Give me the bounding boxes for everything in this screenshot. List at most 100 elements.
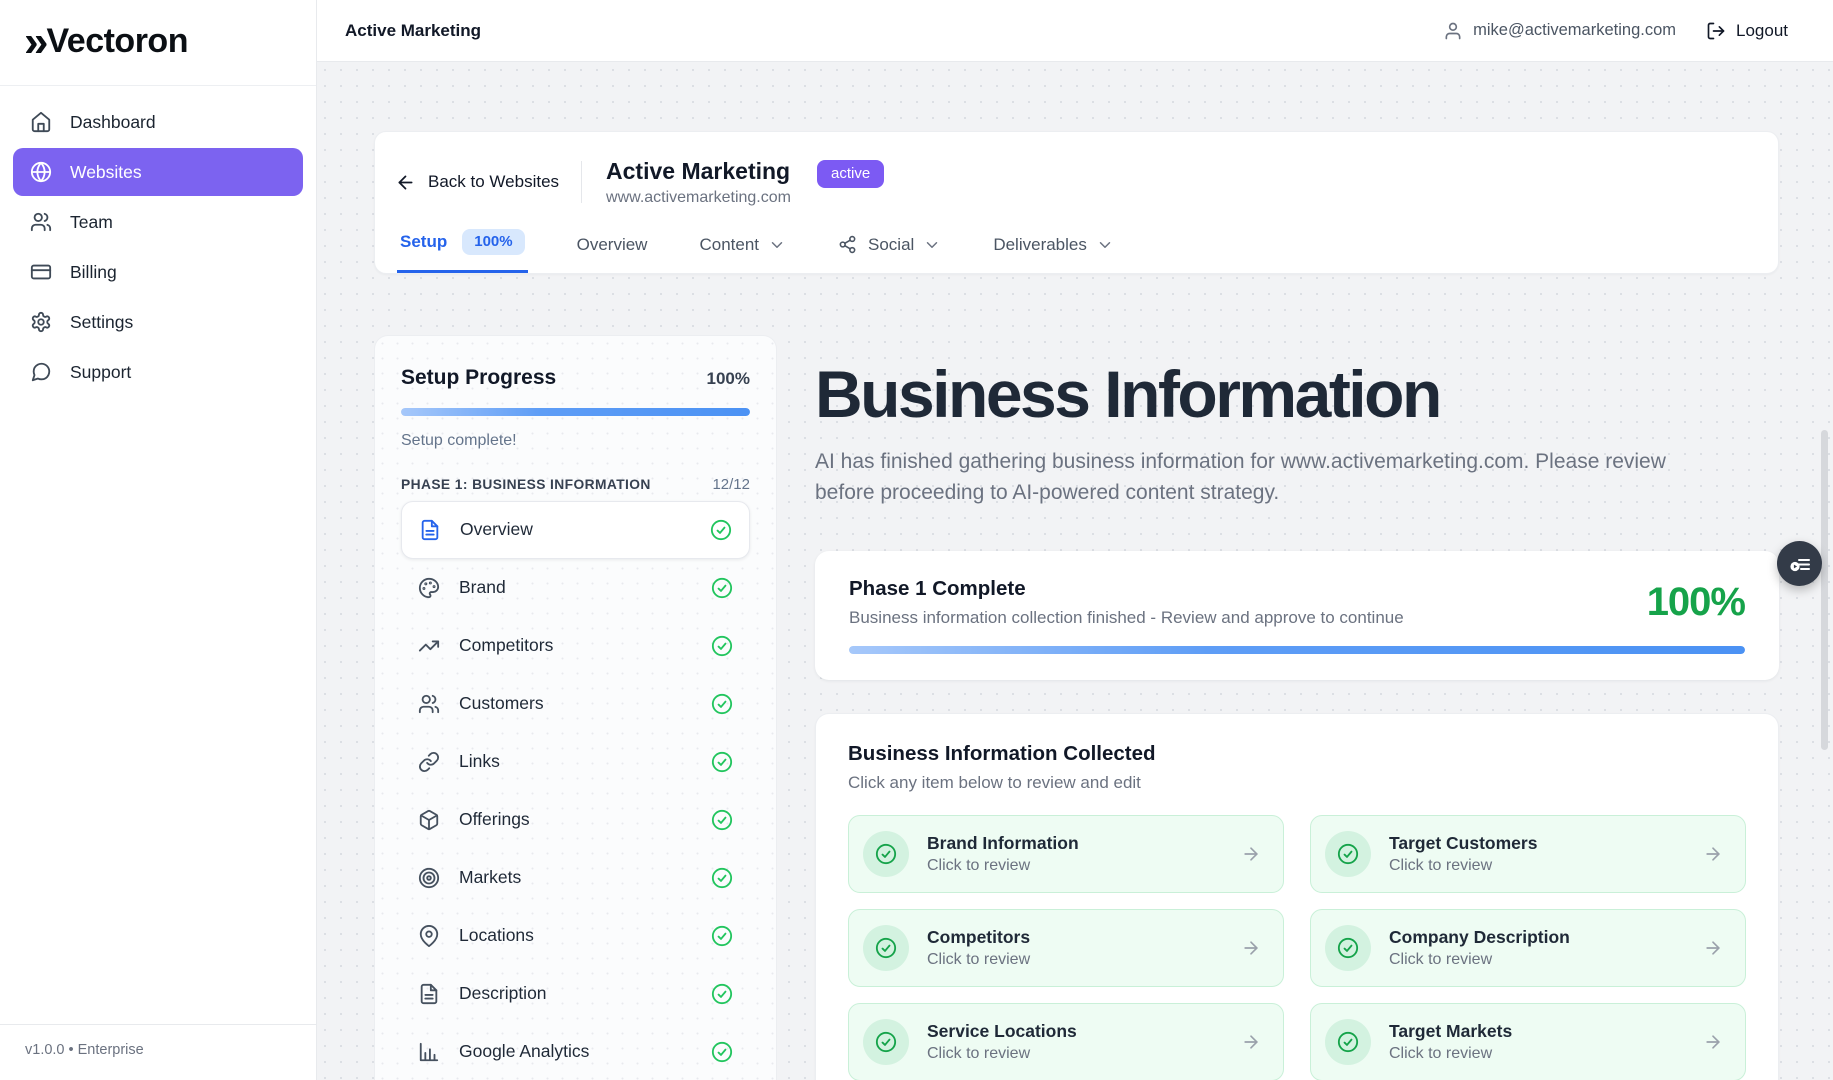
phase-progress-bar [849,646,1745,654]
check-circle-icon [1337,843,1359,865]
package-icon [418,809,440,831]
review-card-target-customers[interactable]: Target Customers Click to review [1310,815,1746,893]
chat-icon [30,361,52,383]
chevron-down-icon [923,236,941,254]
back-to-websites-button[interactable]: Back to Websites [389,164,565,201]
setup-item-customers[interactable]: Customers [401,675,750,733]
setup-item-locations[interactable]: Locations [401,907,750,965]
site-url: www.activemarketing.com [606,189,791,207]
phase-count: 12/12 [712,476,750,493]
tab-label: Content [699,235,759,255]
sidebar-item-label: Support [70,362,131,383]
sidebar-item-billing[interactable]: Billing [13,248,303,296]
review-card-subtitle: Click to review [927,1045,1077,1063]
check-circle-badge [1325,831,1371,877]
tab-label: Social [868,235,914,255]
review-card-title: Target Customers [1389,833,1537,854]
setup-item-label: Markets [459,867,692,888]
arrow-right-icon [1241,1032,1261,1052]
review-card-text: Target Markets Click to review [1389,1021,1512,1063]
check-circle-icon [875,1031,897,1053]
arrow-right-icon [1241,844,1261,864]
sidebar-item-support[interactable]: Support [13,348,303,396]
sidebar: » Vectoron Dashboard Websites Team Billi… [0,0,317,1080]
site-header-row: Back to Websites Active Marketing www.ac… [375,132,1778,213]
sidebar-item-label: Websites [70,162,142,183]
setup-item-label: Links [459,751,692,772]
review-card-subtitle: Click to review [927,857,1079,875]
tab-setup[interactable]: Setup 100% [397,219,528,273]
check-circle-icon [875,937,897,959]
setup-item-offerings[interactable]: Offerings [401,791,750,849]
app-logo[interactable]: » Vectoron [0,0,316,86]
check-circle-icon [711,809,733,831]
content-area: Back to Websites Active Marketing www.ac… [317,62,1833,1080]
phase-card-title: Phase 1 Complete [849,577,1404,601]
share-icon [838,235,857,254]
check-circle-icon [875,843,897,865]
check-circle-badge [1325,1019,1371,1065]
status-badge: active [817,160,884,188]
review-card-title: Competitors [927,927,1030,948]
playlist-filter-icon [1788,552,1812,576]
collected-subtitle: Click any item below to review and edit [848,773,1746,793]
arrow-right-icon [1703,1032,1723,1052]
tab-deliverables[interactable]: Deliverables [990,225,1117,273]
home-icon [30,111,52,133]
file-text-icon [419,519,441,541]
setup-item-description[interactable]: Description [401,965,750,1023]
tab-overview[interactable]: Overview [574,225,651,273]
logout-button[interactable]: Logout [1706,21,1788,41]
setup-item-competitors[interactable]: Competitors [401,617,750,675]
panel-toggle-button[interactable] [1777,541,1822,586]
collected-title: Business Information Collected [848,742,1746,766]
review-card-text: Company Description Click to review [1389,927,1570,969]
setup-item-label: Competitors [459,635,692,656]
sidebar-nav: Dashboard Websites Team Billing Settings… [0,86,316,410]
divider [581,161,582,203]
check-circle-icon [1337,937,1359,959]
setup-item-label: Overview [460,519,691,540]
tab-content[interactable]: Content [696,225,789,273]
setup-item-google-analytics[interactable]: Google Analytics [401,1023,750,1080]
setup-item-label: Customers [459,693,692,714]
app-root: » Vectoron Dashboard Websites Team Billi… [0,0,1833,1080]
map-pin-icon [418,925,440,947]
collected-items-grid: Brand Information Click to review [848,815,1746,1080]
topbar-title: Active Marketing [345,21,481,41]
main-pane: Business Information AI has finished gat… [815,335,1779,1080]
setup-item-markets[interactable]: Markets [401,849,750,907]
review-card-text: Competitors Click to review [927,927,1030,969]
setup-item-brand[interactable]: Brand [401,559,750,617]
sidebar-item-team[interactable]: Team [13,198,303,246]
check-circle-badge [863,925,909,971]
tab-social[interactable]: Social [835,225,944,273]
check-circle-icon [711,577,733,599]
review-card-service-locations[interactable]: Service Locations Click to review [848,1003,1284,1080]
scrollbar[interactable] [1821,430,1828,750]
setup-item-links[interactable]: Links [401,733,750,791]
sidebar-item-settings[interactable]: Settings [13,298,303,346]
chevron-down-icon [1096,236,1114,254]
setup-panel-head: Setup Progress 100% [401,366,750,390]
check-circle-icon [711,925,733,947]
tab-label: Overview [577,235,648,255]
phase-card-head: Phase 1 Complete Business information co… [849,577,1745,628]
logout-label: Logout [1736,21,1788,41]
review-card-brand-information[interactable]: Brand Information Click to review [848,815,1284,893]
sidebar-item-dashboard[interactable]: Dashboard [13,98,303,146]
arrow-right-icon [1703,844,1723,864]
review-card-company-description[interactable]: Company Description Click to review [1310,909,1746,987]
check-circle-icon [711,867,733,889]
review-card-competitors[interactable]: Competitors Click to review [848,909,1284,987]
trending-up-icon [418,635,440,657]
sidebar-item-label: Team [70,212,113,233]
sidebar-item-websites[interactable]: Websites [13,148,303,196]
bar-chart-icon [418,1041,440,1063]
site-tabs: Setup 100% Overview Content Social [375,213,1778,273]
review-card-target-markets[interactable]: Target Markets Click to review [1310,1003,1746,1080]
main-column: Active Marketing mike@activemarketing.co… [317,0,1833,1080]
check-circle-icon [710,519,732,541]
topbar: Active Marketing mike@activemarketing.co… [317,0,1833,62]
setup-item-overview[interactable]: Overview [401,501,750,559]
